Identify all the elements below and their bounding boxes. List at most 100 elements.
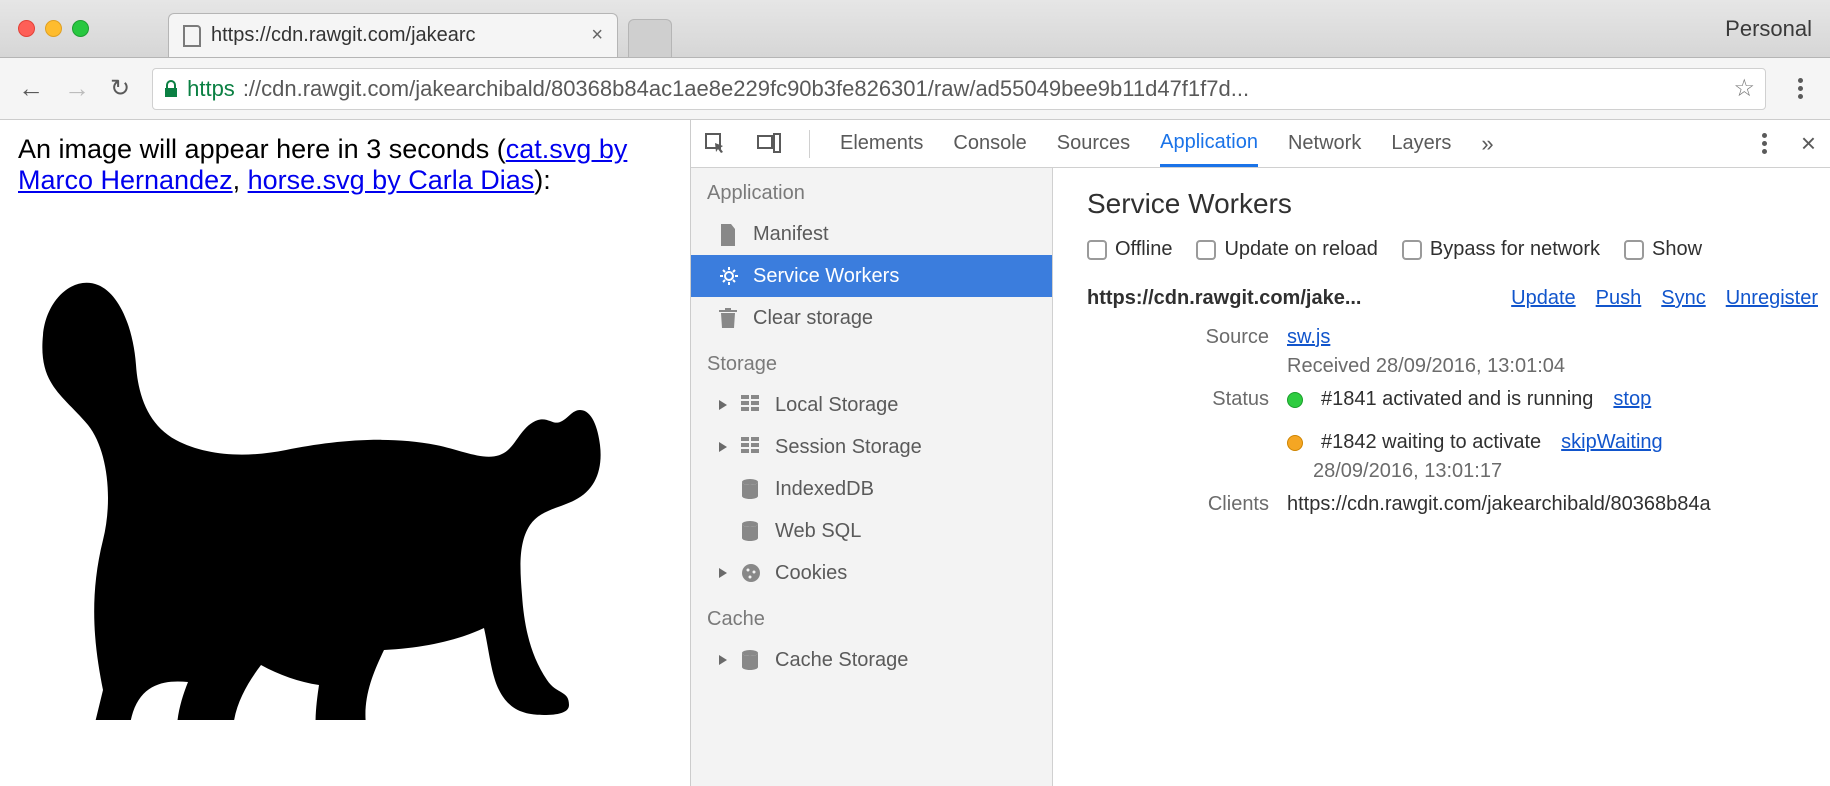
sidebar-item-cookies[interactable]: Cookies	[691, 552, 1052, 594]
sidebar-item-service-workers[interactable]: Service Workers	[691, 255, 1052, 297]
tab-elements[interactable]: Elements	[840, 120, 923, 167]
sidebar-item-websql[interactable]: Web SQL	[691, 510, 1052, 552]
sidebar-heading-application: Application	[691, 168, 1052, 213]
manifest-icon	[719, 224, 739, 244]
url-scheme: https	[187, 76, 235, 102]
label-status: Status	[1087, 388, 1287, 483]
check-update-on-reload[interactable]: Update on reload	[1196, 238, 1377, 261]
clients-value: https://cdn.rawgit.com/jakearchibald/803…	[1287, 493, 1830, 516]
reload-button[interactable]: ↻	[110, 74, 130, 103]
action-stop[interactable]: stop	[1613, 388, 1651, 411]
sidebar-label: Service Workers	[753, 265, 899, 288]
service-workers-panel: Service Workers Offline Update on reload…	[1053, 168, 1830, 786]
sidebar-label: Session Storage	[775, 436, 922, 459]
sidebar-label: Manifest	[753, 223, 829, 246]
tab-sources[interactable]: Sources	[1057, 120, 1130, 167]
check-label: Show	[1652, 238, 1702, 261]
profile-label[interactable]: Personal	[1725, 16, 1812, 42]
label-clients: Clients	[1087, 493, 1287, 516]
sw-origin: https://cdn.rawgit.com/jake...	[1087, 287, 1362, 310]
database-icon	[741, 479, 761, 499]
tab-network[interactable]: Network	[1288, 120, 1361, 167]
link-horse-svg[interactable]: horse.svg by Carla Dias	[248, 165, 535, 195]
action-skip-waiting[interactable]: skipWaiting	[1561, 431, 1663, 454]
sidebar-item-cache-storage[interactable]: Cache Storage	[691, 639, 1052, 681]
tab-title: https://cdn.rawgit.com/jakearc	[211, 24, 476, 47]
action-unregister[interactable]: Unregister	[1726, 287, 1818, 310]
check-offline[interactable]: Offline	[1087, 238, 1172, 261]
action-push[interactable]: Push	[1596, 287, 1642, 310]
back-button[interactable]: ←	[18, 73, 42, 104]
sw-origin-row: https://cdn.rawgit.com/jake... Update Pu…	[1087, 287, 1830, 310]
window-titlebar: https://cdn.rawgit.com/jakearc × Persona…	[0, 0, 1830, 58]
sidebar-item-local-storage[interactable]: Local Storage	[691, 384, 1052, 426]
page-sep: ,	[233, 165, 248, 195]
address-bar[interactable]: https ://cdn.rawgit.com/jakearchibald/803…	[152, 68, 1766, 110]
status-dot-orange	[1287, 435, 1303, 451]
status-line-1: #1841 activated and is running stop	[1287, 388, 1830, 411]
grid-icon	[741, 395, 761, 415]
sidebar-heading-cache: Cache	[691, 594, 1052, 639]
database-icon	[741, 521, 761, 541]
devtools-tabs: Elements Console Sources Application Net…	[691, 120, 1830, 168]
check-bypass[interactable]: Bypass for network	[1402, 238, 1600, 261]
minimize-window-button[interactable]	[45, 20, 62, 37]
sidebar-label: Clear storage	[753, 307, 873, 330]
status-text: #1841 activated and is running	[1321, 388, 1593, 411]
status-text: #1842 waiting to activate	[1321, 431, 1541, 454]
row-source: Source sw.js Received 28/09/2016, 13:01:…	[1087, 326, 1830, 378]
tab-console[interactable]: Console	[953, 120, 1026, 167]
device-toggle-icon[interactable]	[757, 133, 779, 155]
bookmark-star-icon[interactable]: ☆	[1733, 74, 1755, 103]
sidebar-label: Local Storage	[775, 394, 898, 417]
row-status: Status #1841 activated and is running st…	[1087, 388, 1830, 483]
content-area: An image will appear here in 3 seconds (…	[0, 120, 1830, 786]
lock-icon	[163, 80, 179, 98]
tab-layers[interactable]: Layers	[1391, 120, 1451, 167]
page-text-before: An image will appear here in 3 seconds (	[18, 134, 506, 164]
action-sync[interactable]: Sync	[1661, 287, 1705, 310]
inspect-icon[interactable]	[705, 133, 727, 155]
tabs-overflow-icon[interactable]: »	[1481, 131, 1493, 157]
sidebar-label: IndexedDB	[775, 478, 874, 501]
status-time: 28/09/2016, 13:01:17	[1313, 460, 1830, 483]
browser-tab[interactable]: https://cdn.rawgit.com/jakearc ×	[168, 13, 618, 57]
disclosure-icon	[719, 655, 727, 665]
page-text: An image will appear here in 3 seconds (…	[18, 134, 672, 196]
forward-button[interactable]: →	[64, 73, 88, 104]
maximize-window-button[interactable]	[72, 20, 89, 37]
check-show[interactable]: Show	[1624, 238, 1702, 261]
sidebar-item-indexeddb[interactable]: IndexedDB	[691, 468, 1052, 510]
sidebar-label: Cache Storage	[775, 649, 908, 672]
status-dot-green	[1287, 392, 1303, 408]
source-file-link[interactable]: sw.js	[1287, 326, 1830, 349]
panel-checks: Offline Update on reload Bypass for netw…	[1087, 238, 1830, 261]
devtools-menu-button[interactable]	[1753, 133, 1777, 154]
tab-application[interactable]: Application	[1160, 120, 1258, 167]
row-clients: Clients https://cdn.rawgit.com/jakearchi…	[1087, 493, 1830, 516]
disclosure-icon	[719, 442, 727, 452]
sidebar-label: Web SQL	[775, 520, 861, 543]
close-window-button[interactable]	[18, 20, 35, 37]
status-line-2: #1842 waiting to activate skipWaiting	[1287, 431, 1830, 454]
check-label: Bypass for network	[1430, 238, 1600, 261]
cat-image	[18, 200, 638, 720]
page-text-after: ):	[534, 165, 551, 195]
panel-title: Service Workers	[1087, 188, 1830, 220]
close-tab-icon[interactable]: ×	[591, 24, 603, 47]
sw-actions: Update Push Sync Unregister	[1511, 287, 1818, 310]
devtools-close-icon[interactable]: ×	[1801, 128, 1816, 159]
gear-icon	[719, 266, 739, 286]
sidebar-item-manifest[interactable]: Manifest	[691, 213, 1052, 255]
action-update[interactable]: Update	[1511, 287, 1576, 310]
browser-menu-button[interactable]	[1788, 78, 1812, 99]
sidebar-label: Cookies	[775, 562, 847, 585]
browser-toolbar: ← → ↻ https ://cdn.rawgit.com/jakearchiba…	[0, 58, 1830, 120]
devtools-body: Application Manifest Service Workers Cle…	[691, 168, 1830, 786]
disclosure-icon	[719, 568, 727, 578]
url-path: ://cdn.rawgit.com/jakearchibald/80368b84…	[243, 76, 1726, 102]
sidebar-item-session-storage[interactable]: Session Storage	[691, 426, 1052, 468]
new-tab-button[interactable]	[628, 19, 672, 57]
devtools-sidebar: Application Manifest Service Workers Cle…	[691, 168, 1053, 786]
sidebar-item-clear-storage[interactable]: Clear storage	[691, 297, 1052, 339]
